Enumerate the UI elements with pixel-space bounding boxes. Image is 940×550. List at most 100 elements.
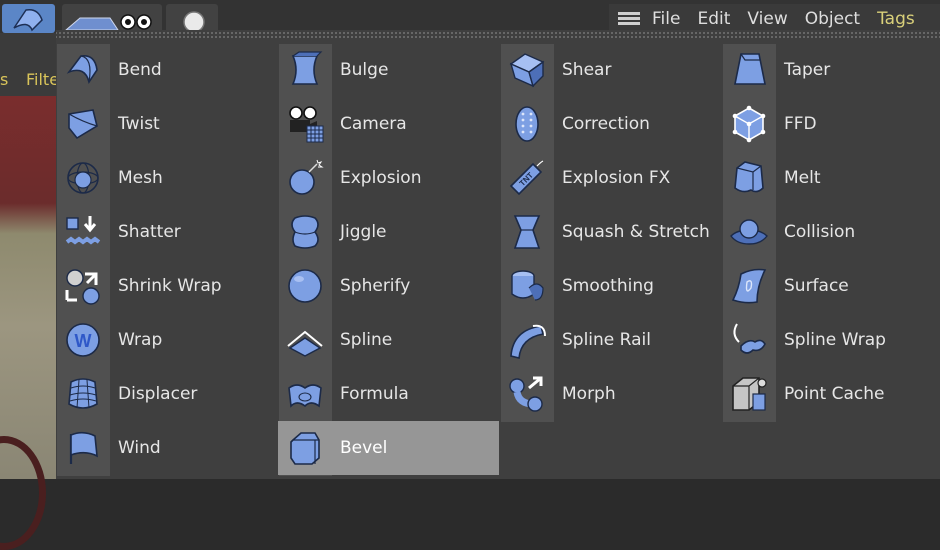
explosion-fx-icon: TNT	[500, 151, 554, 205]
deformer-tool-button[interactable]	[2, 4, 55, 33]
point-cache-icon	[722, 367, 776, 421]
ffd-icon	[722, 97, 776, 151]
menu-item-label: Bevel	[340, 438, 388, 458]
menu-item-spherify[interactable]: Spherify	[278, 259, 499, 313]
collision-icon	[722, 205, 776, 259]
menu-item-label: Displacer	[118, 384, 198, 404]
menu-item-mesh[interactable]: Mesh	[56, 151, 277, 205]
menu-item-label: Point Cache	[784, 384, 885, 404]
menu-item-camera[interactable]: Camera	[278, 97, 499, 151]
deformer-popup-menu: Bend Twist Mesh Shatter Shrink Wrap W Wrap Disp…	[56, 30, 940, 479]
formula-icon	[278, 367, 332, 421]
menu-item-shrink-wrap[interactable]: Shrink Wrap	[56, 259, 277, 313]
menu-item-label: FFD	[784, 114, 817, 134]
menu-item-spline-wrap[interactable]: Spline Wrap	[722, 313, 940, 367]
camera-tool-button[interactable]	[62, 4, 162, 33]
hamburger-menu-icon[interactable]	[618, 11, 640, 26]
shatter-icon	[56, 205, 110, 259]
spline-rail-icon	[500, 313, 554, 367]
melt-icon	[722, 151, 776, 205]
menu-item-jiggle[interactable]: Jiggle	[278, 205, 499, 259]
menu-item-taper[interactable]: Taper	[722, 43, 940, 97]
shear-icon	[500, 43, 554, 97]
menu-item-explosion[interactable]: Explosion	[278, 151, 499, 205]
menu-item-label: Spherify	[340, 276, 411, 296]
spline-icon	[278, 313, 332, 367]
menu-item-ffd[interactable]: FFD	[722, 97, 940, 151]
wind-icon	[56, 421, 110, 475]
menu-file[interactable]: File	[652, 9, 680, 29]
morph-icon	[500, 367, 554, 421]
menu-item-wrap[interactable]: W Wrap	[56, 313, 277, 367]
menu-item-squash-stretch[interactable]: Squash & Stretch	[500, 205, 721, 259]
taper-icon	[722, 43, 776, 97]
twist-icon	[56, 97, 110, 151]
menu-view[interactable]: View	[747, 9, 787, 29]
wrap-icon: W	[56, 313, 110, 367]
jiggle-icon	[278, 205, 332, 259]
menu-item-spline-rail[interactable]: Spline Rail	[500, 313, 721, 367]
menu-item-displacer[interactable]: Displacer	[56, 367, 277, 421]
bend-icon	[56, 43, 110, 97]
top-toolbar: File Edit View Object Tags	[0, 0, 940, 33]
menu-item-label: Jiggle	[340, 222, 387, 242]
viewport[interactable]	[0, 96, 58, 550]
menu-item-label: Wind	[118, 438, 161, 458]
menu-item-correction[interactable]: Correction	[500, 97, 721, 151]
menu-item-label: Bend	[118, 60, 162, 80]
displacer-icon	[56, 367, 110, 421]
light-icon	[183, 11, 205, 33]
explosion-icon	[278, 151, 332, 205]
menu-item-label: Shatter	[118, 222, 181, 242]
menu-item-twist[interactable]: Twist	[56, 97, 277, 151]
camera-icon	[278, 97, 332, 151]
side-menu-fragment-2[interactable]: Filte	[26, 70, 59, 89]
menu-item-label: Mesh	[118, 168, 163, 188]
menu-item-shear[interactable]: Shear	[500, 43, 721, 97]
menu-item-label: Melt	[784, 168, 821, 188]
menu-item-label: Squash & Stretch	[562, 222, 710, 242]
menu-item-label: Surface	[784, 276, 849, 296]
menu-item-label: Explosion FX	[562, 168, 671, 188]
light-tool-button[interactable]	[166, 4, 218, 33]
menu-item-surface[interactable]: Surface	[722, 259, 940, 313]
side-menu-fragment-1[interactable]: s	[0, 70, 8, 89]
menu-bar: File Edit View Object Tags	[609, 4, 940, 33]
shrink-wrap-icon	[56, 259, 110, 313]
menu-item-bend[interactable]: Bend	[56, 43, 277, 97]
menu-item-label: Camera	[340, 114, 407, 134]
menu-item-morph[interactable]: Morph	[500, 367, 721, 421]
menu-edit[interactable]: Edit	[697, 9, 730, 29]
menu-item-bulge[interactable]: Bulge	[278, 43, 499, 97]
menu-item-formula[interactable]: Formula	[278, 367, 499, 421]
menu-object[interactable]: Object	[805, 9, 860, 29]
menu-item-spline[interactable]: Spline	[278, 313, 499, 367]
menu-item-label: Explosion	[340, 168, 422, 188]
menu-item-label: Morph	[562, 384, 616, 404]
menu-item-label: Bulge	[340, 60, 389, 80]
menu-item-label: Spline Rail	[562, 330, 651, 350]
menu-item-smoothing[interactable]: Smoothing	[500, 259, 721, 313]
menu-item-shatter[interactable]: Shatter	[56, 205, 277, 259]
mesh-icon	[56, 151, 110, 205]
popup-grip[interactable]	[56, 30, 940, 39]
svg-text:W: W	[75, 331, 92, 351]
menu-item-wind[interactable]: Wind	[56, 421, 277, 475]
spline-wrap-icon	[722, 313, 776, 367]
menu-item-point-cache[interactable]: Point Cache	[722, 367, 940, 421]
spherify-icon	[278, 259, 332, 313]
menu-item-explosion-fx[interactable]: TNT Explosion FX	[500, 151, 721, 205]
menu-tags[interactable]: Tags	[877, 9, 915, 29]
bulge-icon	[278, 43, 332, 97]
menu-item-label: Spline	[340, 330, 393, 350]
menu-item-melt[interactable]: Melt	[722, 151, 940, 205]
menu-item-label: Shrink Wrap	[118, 276, 222, 296]
menu-item-bevel[interactable]: Bevel	[278, 421, 499, 475]
menu-item-collision[interactable]: Collision	[722, 205, 940, 259]
menu-item-label: Spline Wrap	[784, 330, 886, 350]
bend-tool-icon	[13, 8, 43, 32]
menu-item-label: Smoothing	[562, 276, 654, 296]
menu-item-label: Shear	[562, 60, 612, 80]
surface-icon	[722, 259, 776, 313]
bevel-icon	[278, 421, 332, 475]
